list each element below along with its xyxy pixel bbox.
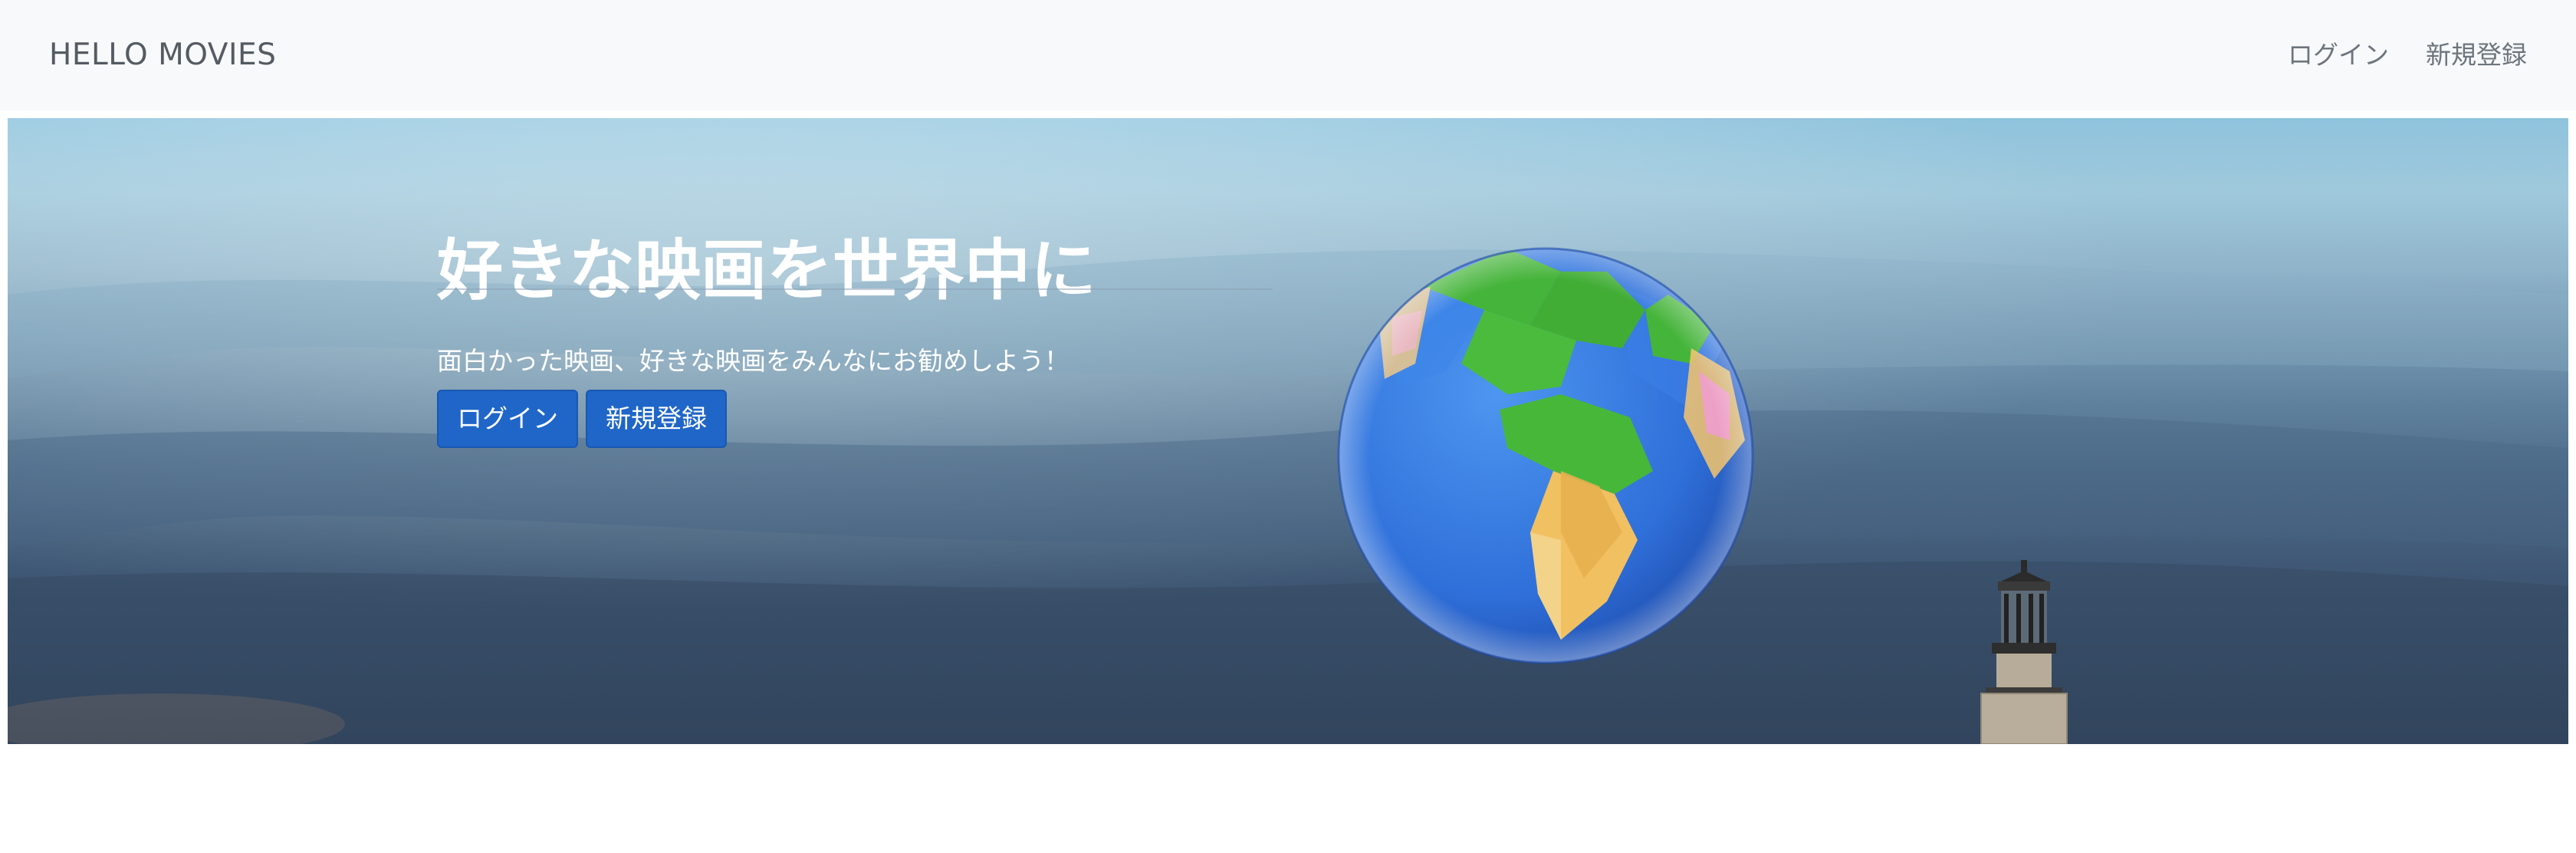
hero-title: 好きな映画を世界中に	[437, 232, 1096, 309]
hero-lead-text: 面白かった映画、好きな映画をみんなにお勧めしよう！	[437, 346, 1070, 376]
hero-divider	[437, 288, 1273, 290]
nav-signup-link[interactable]: 新規登録	[2426, 34, 2527, 77]
hero-background-image	[8, 118, 2568, 744]
nav-login-link[interactable]: ログイン	[2288, 34, 2389, 77]
top-navbar: HELLO MOVIES ログイン 新規登録	[0, 0, 2576, 110]
lighthouse-image	[1980, 560, 2068, 744]
hero-jumbotron: 好きな映画を世界中に 面白かった映画、好きな映画をみんなにお勧めしよう！ ログイ…	[8, 118, 2568, 744]
hero-login-button[interactable]: ログイン	[437, 390, 578, 448]
hero-signup-button[interactable]: 新規登録	[586, 390, 727, 448]
globe-icon	[1337, 247, 1754, 664]
brand-logo-link[interactable]: HELLO MOVIES	[49, 34, 276, 77]
hero-buttons: ログイン 新規登録	[437, 390, 727, 448]
nav-links: ログイン 新規登録	[2288, 34, 2527, 77]
